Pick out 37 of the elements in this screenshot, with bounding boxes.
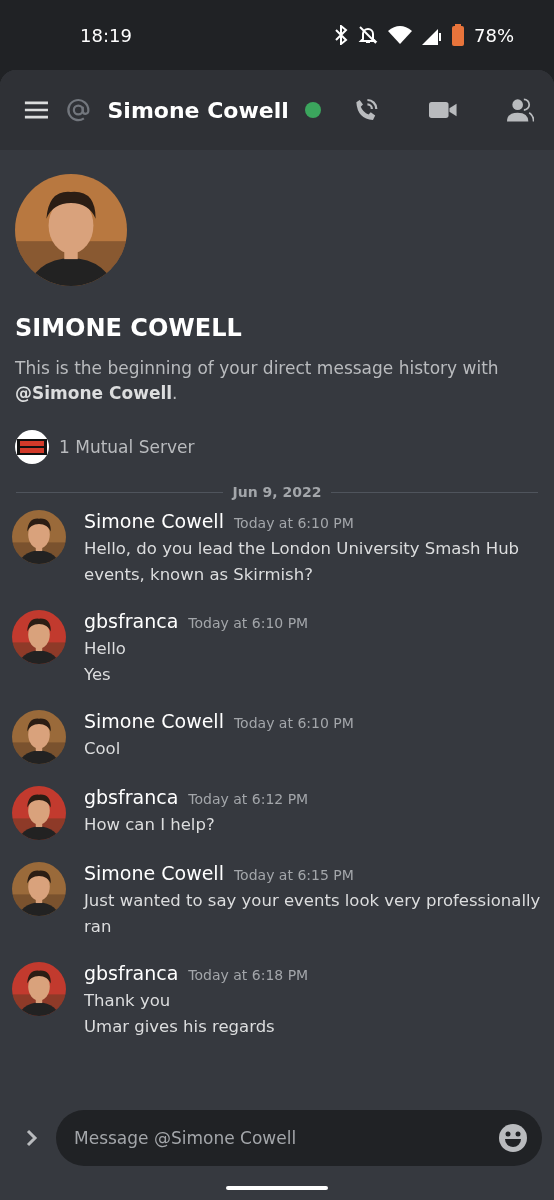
profile-description: This is the beginning of your direct message history with @Simone Cowell. [15, 357, 500, 405]
menu-icon[interactable] [24, 100, 49, 120]
message-text: Thank you [84, 990, 172, 1012]
muted-bell-icon [358, 25, 378, 45]
author-name[interactable]: Simone Cowell [84, 510, 224, 532]
author-name[interactable]: gbsfranca [84, 962, 179, 984]
message-text: Cool [84, 738, 122, 760]
battery-level: 78% [474, 24, 514, 46]
members-icon[interactable] [507, 97, 534, 123]
message-text: Umar gives his regards [84, 1016, 276, 1038]
author-name[interactable]: Simone Cowell [84, 710, 224, 732]
message-text: Yes [84, 664, 112, 686]
channel-title: Simone Cowell [107, 97, 289, 123]
profile-name: SIMONE COWELL [15, 314, 243, 342]
timestamp: Today at 6:18 PM [188, 967, 309, 983]
author-name[interactable]: gbsfranca [84, 786, 179, 808]
timestamp: Today at 6:15 PM [233, 867, 354, 883]
author-name[interactable]: gbsfranca [84, 610, 179, 632]
timestamp: Today at 6:10 PM [188, 615, 309, 631]
message-text: Just wanted to say your events look very professionally ran [84, 890, 542, 938]
emoji-icon[interactable] [498, 1123, 528, 1153]
timestamp: Today at 6:12 PM [188, 791, 309, 807]
message-text: Hello, do you lead the London University Smash Hub events, known as Skirmish? [84, 538, 521, 586]
timestamp: Today at 6:10 PM [233, 515, 354, 531]
date-divider: Jun 9, 2022 [232, 484, 322, 500]
author-name[interactable]: Simone Cowell [84, 862, 224, 884]
bluetooth-icon [334, 25, 348, 45]
battery-icon [452, 24, 464, 46]
wifi-icon [388, 25, 412, 45]
server-icon[interactable] [15, 430, 49, 464]
clock: 18:19 [80, 24, 133, 46]
mutual-servers[interactable]: 1 Mutual Server [59, 437, 195, 457]
message-field[interactable]: Message @Simone Cowell [56, 1110, 542, 1166]
message-text: How can I help? [84, 814, 216, 836]
timestamp: Today at 6:10 PM [233, 715, 354, 731]
message-text: Hello [84, 638, 127, 660]
chevron-icon[interactable] [26, 1129, 38, 1147]
